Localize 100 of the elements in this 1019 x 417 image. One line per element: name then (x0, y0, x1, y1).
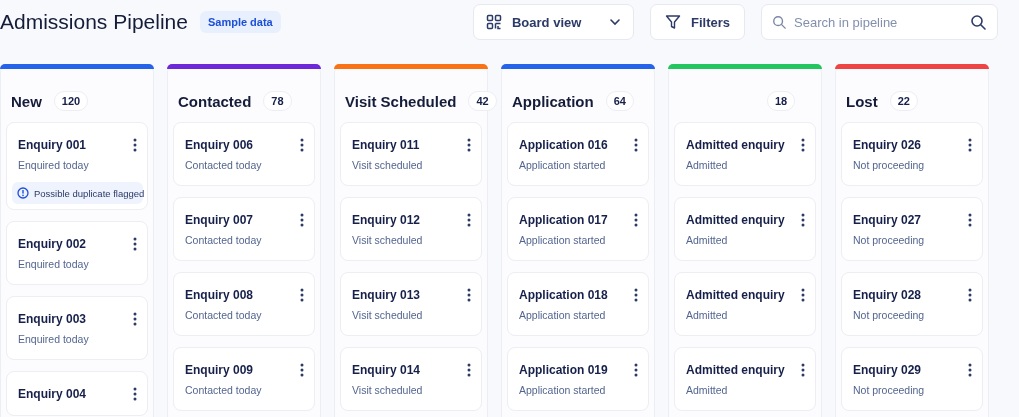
column-title: New (11, 92, 42, 110)
pipeline-card[interactable]: Enquiry 001 Enquired today Possible duplicate flagged (6, 122, 148, 210)
more-options-icon[interactable] (133, 387, 137, 401)
more-options-icon[interactable] (300, 213, 304, 227)
column-title: Application (512, 92, 594, 110)
more-options-icon[interactable] (300, 363, 304, 377)
card-title: Enquiry 009 (185, 363, 254, 377)
flag-text: Possible duplicate flagged (34, 187, 145, 199)
card-title: Enquiry 012 (352, 213, 421, 227)
card-title: Admitted enquiry (686, 288, 785, 302)
more-options-icon[interactable] (300, 288, 304, 302)
card-title: Enquiry 013 (352, 288, 421, 302)
card-status: Enquired today (18, 159, 90, 171)
more-options-icon[interactable] (467, 213, 471, 227)
more-options-icon[interactable] (133, 237, 137, 251)
card-title: Application 019 (519, 363, 608, 377)
card-status: Admitted (686, 309, 729, 321)
pipeline-card[interactable]: Application 017 Application started (507, 197, 649, 261)
pipeline-card[interactable]: Enquiry 028 Not proceeding (841, 272, 983, 336)
more-options-icon[interactable] (968, 363, 972, 377)
pipeline-card[interactable]: Admitted enquiry Admitted (674, 197, 816, 261)
pipeline-card[interactable]: Application 019 Application started (507, 347, 649, 411)
card-title: Enquiry 008 (185, 288, 254, 302)
card-title: Admitted enquiry (686, 213, 785, 227)
count-badge: 64 (605, 91, 634, 111)
more-options-icon[interactable] (634, 213, 638, 227)
search-icon[interactable] (970, 14, 986, 30)
more-options-icon[interactable] (968, 288, 972, 302)
card-status: Visit scheduled (352, 159, 424, 171)
pipeline-card[interactable]: Enquiry 027 Not proceeding (841, 197, 983, 261)
filters-button[interactable]: Filters (650, 4, 745, 40)
card-status: Visit scheduled (352, 384, 424, 396)
search-field[interactable]: Search in pipeline (761, 4, 998, 40)
card-status: Enquired today (18, 333, 90, 345)
more-options-icon[interactable] (467, 288, 471, 302)
pipeline-card[interactable]: Enquiry 012 Visit scheduled (340, 197, 482, 261)
pipeline-card[interactable]: Enquiry 013 Visit scheduled (340, 272, 482, 336)
pipeline-card[interactable]: Enquiry 003 Enquired today (6, 296, 148, 360)
card-title: Enquiry 003 (18, 312, 87, 326)
pipeline-card[interactable]: Enquiry 026 Not proceeding (841, 122, 983, 186)
more-options-icon[interactable] (634, 138, 638, 152)
board-view-dropdown[interactable]: Board view (473, 4, 634, 40)
card-status: Application started (519, 234, 607, 246)
card-title: Admitted enquiry (686, 138, 785, 152)
count-badge: 120 (53, 91, 89, 111)
more-options-icon[interactable] (801, 363, 805, 377)
more-options-icon[interactable] (968, 138, 972, 152)
pipeline-card[interactable]: Enquiry 009 Contacted today (173, 347, 315, 411)
card-status: Not proceeding (853, 159, 926, 171)
card-status: Visit scheduled (352, 234, 424, 246)
more-options-icon[interactable] (801, 138, 805, 152)
search-icon (772, 15, 786, 29)
column-title: Visit Scheduled (345, 92, 457, 110)
card-status: Visit scheduled (352, 309, 424, 321)
pipeline-card[interactable]: Enquiry 002 Enquired today (6, 221, 148, 285)
count-badge: 22 (889, 91, 918, 111)
more-options-icon[interactable] (634, 363, 638, 377)
more-options-icon[interactable] (133, 138, 137, 152)
card-title: Enquiry 026 (853, 138, 922, 152)
card-title: Application 018 (519, 288, 608, 302)
card-status: Application started (519, 159, 607, 171)
chevron-down-icon (609, 16, 621, 28)
pipeline-card[interactable]: Admitted enquiry Admitted (674, 347, 816, 411)
grid-icon (486, 14, 502, 30)
pipeline-card[interactable]: Enquiry 006 Contacted today (173, 122, 315, 186)
pipeline-card[interactable]: Application 018 Application started (507, 272, 649, 336)
pipeline-card[interactable]: Admitted enquiry Admitted (674, 272, 816, 336)
card-status: Admitted (686, 384, 729, 396)
pipeline-card[interactable]: Enquiry 008 Contacted today (173, 272, 315, 336)
card-status: Contacted today (185, 309, 263, 321)
more-options-icon[interactable] (133, 312, 137, 326)
card-title: Enquiry 027 (853, 213, 922, 227)
card-title: Enquiry 028 (853, 288, 922, 302)
pipeline-card[interactable]: Enquiry 029 Not proceeding (841, 347, 983, 411)
card-title: Enquiry 029 (853, 363, 922, 377)
pipeline-card[interactable]: Enquiry 011 Visit scheduled (340, 122, 482, 186)
pipeline-card[interactable]: Application 016 Application started (507, 122, 649, 186)
card-status: Not proceeding (853, 309, 926, 321)
column-title: Contacted (178, 92, 252, 110)
more-options-icon[interactable] (801, 288, 805, 302)
more-options-icon[interactable] (467, 363, 471, 377)
card-status: Not proceeding (853, 234, 926, 246)
count-badge: 78 (263, 91, 292, 111)
pipeline-card[interactable]: Admitted enquiry Admitted (674, 122, 816, 186)
funnel-icon (665, 14, 681, 30)
card-title: Enquiry 007 (185, 213, 254, 227)
pipeline-card[interactable]: Enquiry 007 Contacted today (173, 197, 315, 261)
card-title: Enquiry 002 (18, 237, 87, 251)
more-options-icon[interactable] (300, 138, 304, 152)
count-badge: 18 (767, 91, 796, 111)
card-title: Enquiry 006 (185, 138, 254, 152)
more-options-icon[interactable] (801, 213, 805, 227)
page-title: Admissions Pipeline (0, 10, 188, 34)
pipeline-card[interactable]: Enquiry 014 Visit scheduled (340, 347, 482, 411)
more-options-icon[interactable] (634, 288, 638, 302)
card-title: Application 016 (519, 138, 608, 152)
pipeline-card[interactable]: Enquiry 004 (6, 371, 148, 416)
more-options-icon[interactable] (467, 138, 471, 152)
info-icon (17, 187, 29, 199)
more-options-icon[interactable] (968, 213, 972, 227)
